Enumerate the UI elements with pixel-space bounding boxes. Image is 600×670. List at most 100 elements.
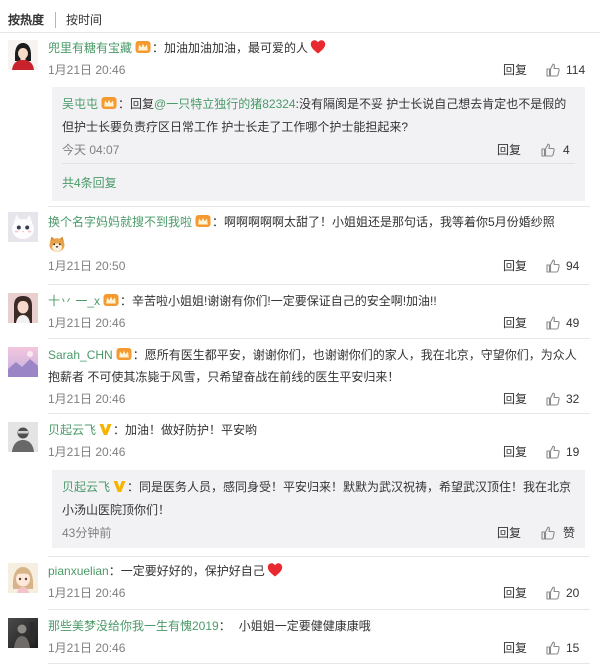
reply-meta: 今天 04:07 回复 4 <box>62 139 575 162</box>
avatar[interactable] <box>8 347 38 377</box>
comment-content: 加油！做好防护！平安哟 <box>125 423 258 437</box>
thumbs-up-icon[interactable] <box>546 63 560 77</box>
username-link[interactable]: 吴屯屯 <box>62 97 98 111</box>
comment-time: 1月21日 20:50 <box>48 259 126 273</box>
reply-button[interactable]: 回复 <box>503 582 527 604</box>
comment-divider <box>48 284 590 285</box>
thumbs-up-icon[interactable] <box>541 526 555 540</box>
like-count: 20 <box>566 586 580 600</box>
reply-time: 43分钟前 <box>62 526 112 540</box>
name-separator: ： <box>113 423 126 437</box>
fan-badge-icon[interactable] <box>103 293 119 307</box>
thumbs-up-icon[interactable] <box>546 586 560 600</box>
reply-button[interactable]: 回复 <box>503 637 527 659</box>
comment-divider <box>48 206 590 207</box>
comment-body: 那些美梦没给你我一生有愧2019： 小姐姐一定要健健康康哦 1月21日 20:46… <box>48 615 583 659</box>
comment-body: 换个名字妈妈就搜不到我啦 ：啊啊啊啊啊太甜了！小姐姐还是那句话，我等着你5月份婚纱… <box>48 211 583 277</box>
fan-badge-icon[interactable] <box>195 214 211 228</box>
avatar[interactable] <box>8 40 38 70</box>
name-separator: ： <box>127 480 140 494</box>
name-separator: ： <box>118 97 131 111</box>
avatar[interactable] <box>8 618 38 648</box>
username-link[interactable]: pianxuelian <box>48 564 109 578</box>
comment-text: Sarah_CHN ：愿所有医生都平安，谢谢你们，也谢谢你们的家人，我在北京，守望… <box>48 344 583 388</box>
comment-body: 贝起云飞 ：加油！做好防护！平安哟 1月21日 20:46 回复 19 <box>48 419 583 463</box>
name-separator: ： <box>212 215 225 229</box>
reply-prefix: 回复 <box>130 97 155 111</box>
verified-v-icon[interactable] <box>113 479 126 493</box>
comment-divider <box>48 663 590 664</box>
comment-text: 十丷 一_x ：辛苦啦小姐姐!谢谢有你们!一定要保证自己的安全啊!加油!! <box>48 290 583 312</box>
comment-meta: 1月21日 20:46 回复 15 <box>48 637 583 659</box>
thumbs-up-icon[interactable] <box>541 143 555 157</box>
comment-content: 辛苦啦小姐姐!谢谢有你们!一定要保证自己的安全啊!加油!! <box>132 294 437 308</box>
comment-divider <box>48 556 590 557</box>
username-link[interactable]: 兜里有糖有宝藏 <box>48 41 132 55</box>
comment-divider <box>48 609 590 610</box>
comment-body: Sarah_CHN ：愿所有医生都平安，谢谢你们，也谢谢你们的家人，我在北京，守望… <box>48 344 583 410</box>
verified-v-icon[interactable] <box>99 422 112 436</box>
comment-meta: 1月21日 20:46 回复 49 <box>48 312 583 334</box>
more-replies-link[interactable]: 共4条回复 <box>62 176 117 190</box>
name-separator: ： <box>108 564 121 578</box>
fan-badge-icon[interactable] <box>135 40 151 54</box>
comment-text: 兜里有糖有宝藏 ：加油加油加油，最可爱的人 <box>48 37 583 59</box>
name-separator: ： <box>132 348 145 362</box>
thumbs-up-icon[interactable] <box>546 641 560 655</box>
name-separator: ： <box>152 41 165 55</box>
comment-time: 1月21日 20:46 <box>48 586 126 600</box>
thumbs-up-icon[interactable] <box>546 445 560 459</box>
tab-sort-by-hot[interactable]: 按热度 <box>8 12 55 28</box>
comment-body: 十丷 一_x ：辛苦啦小姐姐!谢谢有你们!一定要保证自己的安全啊!加油!! 1月2… <box>48 290 583 334</box>
avatar[interactable] <box>8 563 38 593</box>
comment-time: 1月21日 20:46 <box>48 445 126 459</box>
comment-time: 1月21日 20:46 <box>48 316 126 330</box>
comment-time: 1月21日 20:46 <box>48 392 126 406</box>
like-count: 32 <box>566 392 580 406</box>
thumbs-up-icon[interactable] <box>546 316 560 330</box>
tab-sort-by-time[interactable]: 按时间 <box>55 12 112 28</box>
reply-button[interactable]: 回复 <box>503 441 527 463</box>
reply-button[interactable]: 回复 <box>503 312 527 334</box>
comment-text: 贝起云飞 ：加油！做好防护！平安哟 <box>48 419 583 441</box>
username-link[interactable]: 贝起云飞 <box>48 423 96 437</box>
like-count: 15 <box>566 641 580 655</box>
emoji-line <box>48 233 583 255</box>
like-label[interactable]: 赞 <box>563 522 575 545</box>
username-link[interactable]: 换个名字妈妈就搜不到我啦 <box>48 215 192 229</box>
comment-meta: 1月21日 20:46 回复 114 <box>48 59 585 81</box>
reply-content: 同是医务人员，感同身受！平安归来！默默为武汉祝祷，希望武汉顶住！我在北京小汤山医… <box>62 480 572 517</box>
reply-button[interactable]: 回复 <box>503 388 527 410</box>
username-link[interactable]: 十丷 一_x <box>48 294 100 308</box>
username-link[interactable]: 贝起云飞 <box>62 480 110 494</box>
comment-body: 兜里有糖有宝藏 ：加油加油加油，最可爱的人 1月21日 20:46 回复 114 <box>48 37 585 81</box>
reply-button[interactable]: 回复 <box>503 255 527 277</box>
mention-link[interactable]: @一只特立独行的猪82324 <box>154 97 296 111</box>
username-link[interactable]: Sarah_CHN <box>48 348 113 362</box>
fan-badge-icon[interactable] <box>116 347 132 361</box>
like-count: 4 <box>563 143 570 157</box>
reply-thread: 贝起云飞 ：同是医务人员，感同身受！平安归来！默默为武汉祝祷，希望武汉顶住！我在北… <box>52 470 585 548</box>
comment-text: pianxuelian：一定要好好的，保护好自己 <box>48 560 583 582</box>
name-separator: ： <box>120 294 133 308</box>
comment-text: 那些美梦没给你我一生有愧2019： 小姐姐一定要健健康康哦 <box>48 615 583 637</box>
avatar[interactable] <box>8 212 38 242</box>
username-link[interactable]: 那些美梦没给你我一生有愧2019 <box>48 619 219 633</box>
comment-divider <box>48 413 590 414</box>
thumbs-up-icon[interactable] <box>546 259 560 273</box>
reply-button[interactable]: 回复 <box>497 522 521 545</box>
reply-button[interactable]: 回复 <box>503 59 527 81</box>
fan-badge-icon[interactable] <box>101 96 117 110</box>
name-separator: ： <box>218 619 231 633</box>
comment-time: 1月21日 20:46 <box>48 63 126 77</box>
reply-thread: 吴屯屯 ：回复@一只特立独行的猪82324:没有隔阂是不妥 护士长说自己想去肯定也… <box>52 87 585 201</box>
reply-item: 贝起云飞 ：同是医务人员，感同身受！平安归来！默默为武汉祝祷，希望武汉顶住！我在北… <box>62 476 575 545</box>
reply-meta: 43分钟前 回复 赞 <box>62 522 575 545</box>
thumbs-up-icon[interactable] <box>546 392 560 406</box>
reply-text: 贝起云飞 ：同是医务人员，感同身受！平安归来！默默为武汉祝祷，希望武汉顶住！我在北… <box>62 476 575 522</box>
reply-button[interactable]: 回复 <box>497 139 521 162</box>
avatar[interactable] <box>8 293 38 323</box>
avatar[interactable] <box>8 422 38 452</box>
comment-meta: 1月21日 20:46 回复 19 <box>48 441 583 463</box>
red-heart-icon <box>267 562 283 578</box>
